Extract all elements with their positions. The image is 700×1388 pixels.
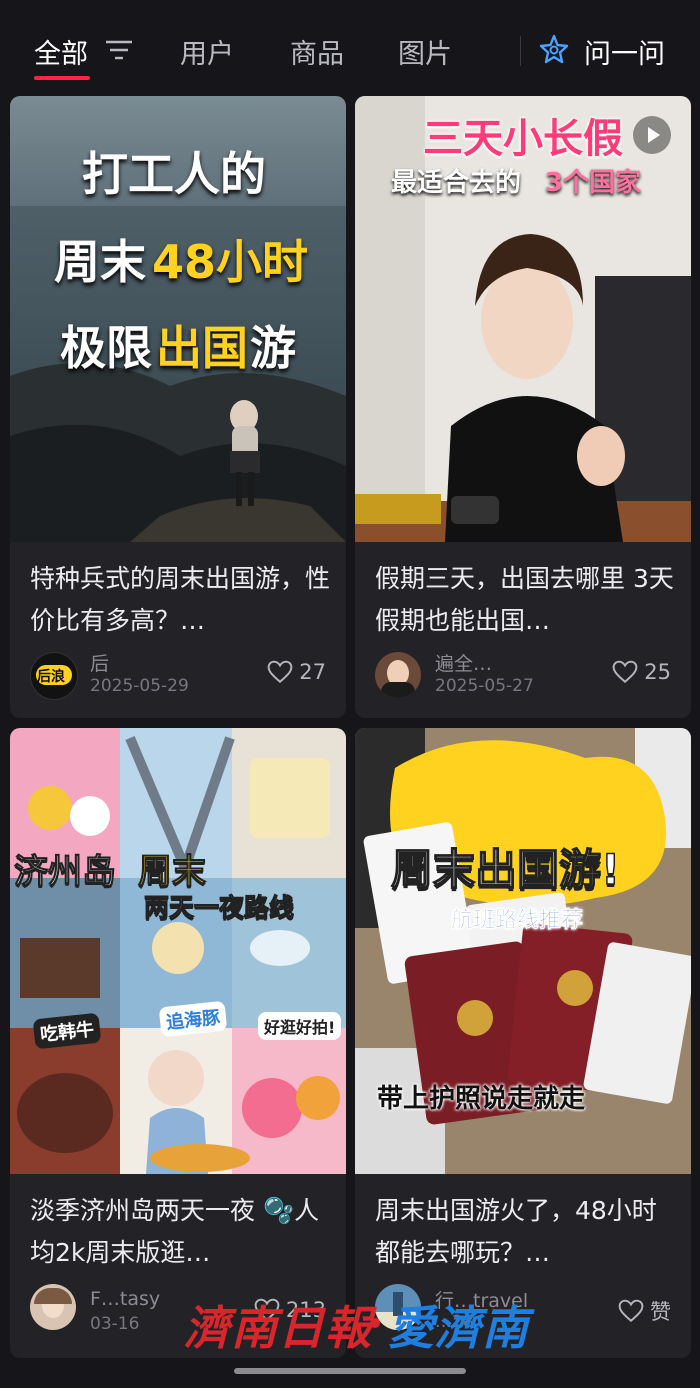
note-card[interactable]: 打工人的 周末 48小时 极限 出国 游 特种兵式的周末出国游，性价比有多高？…… [10,96,346,718]
heart-icon [612,660,638,684]
note-title[interactable]: 周末出国游火了，48小时都能去哪玩？… [375,1190,675,1274]
video-play-button[interactable] [633,116,671,154]
note-card[interactable]: 三天小长假 最适合去的 3个国家 假期三天，出国去哪里 3天假期也能出国… 遍全… [355,96,691,718]
note-cover[interactable]: 打工人的 周末 48小时 极限 出国 游 [10,96,346,542]
cover-headline: 最适合去的 [391,168,522,198]
cover-headline-highlight: 周末 [138,852,207,893]
avatar[interactable] [30,1284,76,1330]
cover-headline: 济州岛 [14,852,117,893]
cover-headline-highlight: 出国 [156,321,248,375]
cover-headline: 周末 [54,235,146,289]
cover-headline: 三天小长假 [423,116,623,162]
post-date: 2025-05-27 [435,676,534,696]
author-name[interactable]: 后 [90,649,109,676]
cover-sticker: 好逛好拍! [258,1012,342,1040]
cover-caption: 带上护照说走就走 [377,1084,586,1114]
tab-images[interactable]: 图片 [398,32,452,71]
note-title[interactable]: 假期三天，出国去哪里 3天假期也能出国… [375,558,675,642]
cover-headline: 极限 [60,321,152,375]
search-tab-bar: 全部 用户 商品 图片 问一问 [0,0,700,96]
like-count: 赞 [650,1300,671,1324]
like-button[interactable]: 25 [612,660,671,684]
tab-all[interactable]: 全部 [34,32,88,71]
note-card[interactable]: 周末出国游! 航班路线推荐 带上护照说走就走 周末出国游火了，48小时都能去哪玩… [355,728,691,1358]
cover-subheadline: 两天一夜路线 [143,893,295,923]
heart-icon [267,660,293,684]
like-count: 25 [644,660,671,684]
avatar-logo-text: 后浪 [37,669,65,685]
avatar[interactable]: 后浪 [30,652,78,700]
active-tab-indicator [34,76,90,80]
like-button[interactable]: 赞 [618,1296,671,1326]
cover-image [10,728,346,1174]
note-title[interactable]: 特种兵式的周末出国游，性价比有多高？… [30,558,330,642]
cover-headline-highlight: 48小时 [152,235,309,289]
tab-products[interactable]: 商品 [290,32,344,71]
like-button[interactable]: 27 [267,660,326,684]
note-cover[interactable]: 济州岛 周末 两天一夜路线 吃韩牛 追海豚 好逛好拍! [10,728,346,1174]
watermark-logo: 濟南日報 [184,1301,372,1355]
cover-headline: 游 [250,321,296,375]
cover-headline: 周末出国游! [390,844,621,895]
tab-divider [520,36,521,66]
filter-icon[interactable] [106,40,132,60]
post-date: 2025-05-29 [90,676,189,696]
avatar[interactable] [375,652,421,698]
ai-star-icon[interactable] [538,34,570,66]
cover-subheadline: 航班路线推荐 [451,908,584,934]
home-indicator[interactable] [234,1368,466,1374]
watermark-dot [370,1318,380,1328]
note-cover[interactable]: 周末出国游! 航班路线推荐 带上护照说走就走 [355,728,691,1174]
play-icon [648,127,660,143]
like-count: 27 [299,660,326,684]
note-cover[interactable]: 三天小长假 最适合去的 3个国家 [355,96,691,542]
heart-icon [618,1299,644,1323]
note-title[interactable]: 淡季济州岛两天一夜 🫧人均2k周末版逛… [30,1190,330,1274]
cover-headline-highlight: 3个国家 [545,168,642,198]
author-name[interactable]: 遍全… [435,649,492,676]
tab-users[interactable]: 用户 [180,32,234,71]
author-name[interactable]: F…tasy [90,1288,160,1310]
ask-button[interactable]: 问一问 [584,32,665,71]
cover-headline: 打工人的 [82,147,266,201]
note-card[interactable]: 济州岛 周末 两天一夜路线 吃韩牛 追海豚 好逛好拍! 淡季济州岛两天一夜 🫧人… [10,728,346,1358]
watermark-logo: 愛濟南 [388,1301,529,1355]
post-date: 03-16 [90,1314,140,1334]
